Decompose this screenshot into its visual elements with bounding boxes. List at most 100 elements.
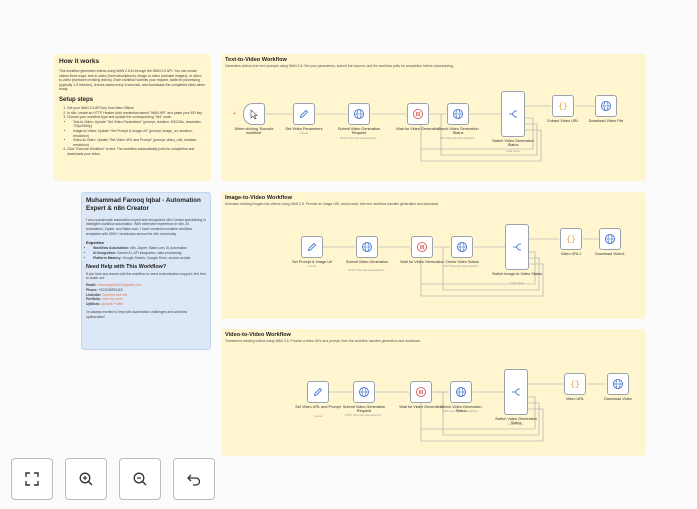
globe-icon xyxy=(359,387,369,397)
expertise-label: Workflow Automation: xyxy=(93,245,129,250)
download-video-node[interactable] xyxy=(595,95,617,117)
node-sublabel: POST: https://api.wan.ai/api/v1/... xyxy=(339,137,379,140)
node-label: Set Prompt & Image Url xyxy=(291,260,333,264)
set-video-url-node[interactable] xyxy=(307,381,329,403)
node-sublabel: GET: https://api.wan.ai/api/v1/... xyxy=(439,137,477,140)
braces-icon: {} xyxy=(558,103,568,112)
wait-node[interactable] xyxy=(411,236,433,258)
expertise-label: AI Integration: xyxy=(93,250,116,255)
contact-label: LinkedIn: xyxy=(86,292,102,297)
image-to-video-group[interactable]: Image-to-Video Workflow Animates existin… xyxy=(221,192,646,319)
node-sublabel: POST: https://api.wan.ai/api/v1/... xyxy=(344,414,384,417)
node-label: Submit Video Generation Request xyxy=(337,127,381,136)
node-label: Check Video Generation Status xyxy=(437,127,479,136)
node-label: Submit Video Generation Request xyxy=(342,405,386,414)
node-label: Download Video1 xyxy=(595,252,625,256)
check-status-node[interactable] xyxy=(450,381,472,403)
expertise-item: Platform Mastery: Google Sheets, Google … xyxy=(93,256,206,261)
check-status-node[interactable] xyxy=(451,236,473,258)
note-title: How it works xyxy=(59,58,100,65)
set-video-parameters-node[interactable] xyxy=(293,103,315,125)
node-sublabel: mode: Rules xyxy=(508,423,524,426)
group-title: Text-to-Video Workflow xyxy=(225,57,287,63)
email-link[interactable]: mfarooqiqbal143@gmail.com xyxy=(97,283,141,287)
expertise-text: Google Sheets, Google Drive, custom scri… xyxy=(122,255,191,260)
node-label: Download Video File xyxy=(588,119,624,123)
switch-icon xyxy=(509,110,517,118)
switch-icon xyxy=(512,388,520,396)
setup-step-text: Choose your workflow type and update the… xyxy=(67,115,172,120)
submit-request-node[interactable] xyxy=(353,381,375,403)
node-label: Check Video Status xyxy=(445,260,479,264)
node-sublabel: manual xyxy=(313,415,323,418)
node-sublabel: GET: https://api.wan.ai/api/v1/... xyxy=(443,265,481,268)
pencil-icon xyxy=(307,242,317,252)
globe-icon xyxy=(601,101,611,111)
video-to-video-group[interactable]: Video-to-Video Workflow Transforms exist… xyxy=(221,329,646,456)
group-title: Image-to-Video Workflow xyxy=(225,195,292,201)
contact-label: Phone: xyxy=(86,287,98,292)
contact-label: Email: xyxy=(86,283,97,288)
check-status-node[interactable] xyxy=(447,103,469,125)
add-node-icon[interactable]: + xyxy=(233,112,238,117)
set-prompt-image-node[interactable] xyxy=(301,236,323,258)
video-url-node[interactable]: {} xyxy=(560,228,582,250)
node-sublabel: manual xyxy=(299,132,309,135)
undo-icon xyxy=(187,474,201,486)
download-video-node[interactable] xyxy=(607,373,629,395)
globe-icon xyxy=(456,387,466,397)
profile-closing: I'm always excited to help with automati… xyxy=(86,309,188,319)
text-to-video-group[interactable]: Text-to-Video Workflow Generates videos … xyxy=(221,54,646,181)
pencil-icon xyxy=(299,109,309,119)
zoom-out-button[interactable] xyxy=(119,458,161,500)
switch-icon xyxy=(513,243,521,251)
profile-note[interactable]: Muhammad Farooq Iqbal - Automation Exper… xyxy=(81,192,211,350)
help-text: If you face any issues with the workflow… xyxy=(86,271,206,281)
group-header: Image-to-Video Workflow Animates existin… xyxy=(225,195,439,207)
switch-status-node[interactable] xyxy=(505,224,529,270)
switch-status-node[interactable] xyxy=(501,91,525,137)
group-description: Generates videos from text prompts using… xyxy=(225,64,454,68)
extract-video-url-node[interactable]: {} xyxy=(552,95,574,117)
fit-view-button[interactable] xyxy=(11,458,53,500)
setup-substeps: Text-to-Video: Update "Set Video Paramet… xyxy=(67,120,206,148)
switch-status-node[interactable] xyxy=(504,369,528,415)
expertise-label: Platform Mastery: xyxy=(93,255,122,260)
upwork-link[interactable]: Upwork Profile xyxy=(101,302,123,306)
svg-text:{}: {} xyxy=(566,236,576,245)
wait-node[interactable] xyxy=(410,381,432,403)
wait-node[interactable] xyxy=(407,103,429,125)
node-sublabel: manual xyxy=(307,265,317,268)
video-url-node[interactable]: {} xyxy=(564,373,586,395)
group-description: Transforms existing videos using WAN 2.6… xyxy=(225,339,421,343)
help-title: Need Help with This Workflow? xyxy=(86,263,167,270)
download-video-node[interactable] xyxy=(599,228,621,250)
contact-label: Portfolio: xyxy=(86,297,102,302)
instructions-note[interactable]: How it works This workflow generates vid… xyxy=(54,54,211,181)
node-sublabel: GET: https://api.wan.ai/api/v1/... xyxy=(442,410,480,413)
setup-title: Setup steps xyxy=(59,96,94,103)
zoom-in-button[interactable] xyxy=(65,458,107,500)
group-header: Text-to-Video Workflow Generates videos … xyxy=(225,57,454,69)
submit-generation-node[interactable] xyxy=(356,236,378,258)
node-sublabel: mode: Rules xyxy=(509,282,525,285)
expertise-list: Workflow Automation: n8n, Zapier, Make.c… xyxy=(86,246,206,261)
node-label: Set Video Parameters xyxy=(285,127,323,131)
globe-icon xyxy=(613,379,623,389)
expertise-text: n8n, Zapier, Make.com, AI automation xyxy=(129,245,188,250)
group-description: Animates existing images into videos usi… xyxy=(225,202,440,206)
contact-label: UpWork: xyxy=(86,302,101,307)
braces-icon: {} xyxy=(566,236,576,245)
manual-trigger-node[interactable] xyxy=(243,103,265,125)
portfolio-link[interactable]: View my work xyxy=(102,297,123,301)
undo-button[interactable] xyxy=(173,458,215,500)
setup-substep: Video-to-Video: Update "Set Video URL an… xyxy=(73,138,206,147)
linkedin-link[interactable]: Connect with me xyxy=(102,293,127,297)
pause-icon xyxy=(417,242,427,252)
workflow-canvas[interactable]: How it works This workflow generates vid… xyxy=(0,0,697,509)
setup-substep: Image-to-Video: Update "Set Prompt & Ima… xyxy=(73,129,206,138)
submit-request-node[interactable] xyxy=(348,103,370,125)
setup-steps: Get your WAN 2.6 API key from Wan Offici… xyxy=(59,106,206,157)
node-label: Set Video URL and Prompt xyxy=(295,405,341,409)
node-label: Submit Video Generation xyxy=(345,260,389,264)
